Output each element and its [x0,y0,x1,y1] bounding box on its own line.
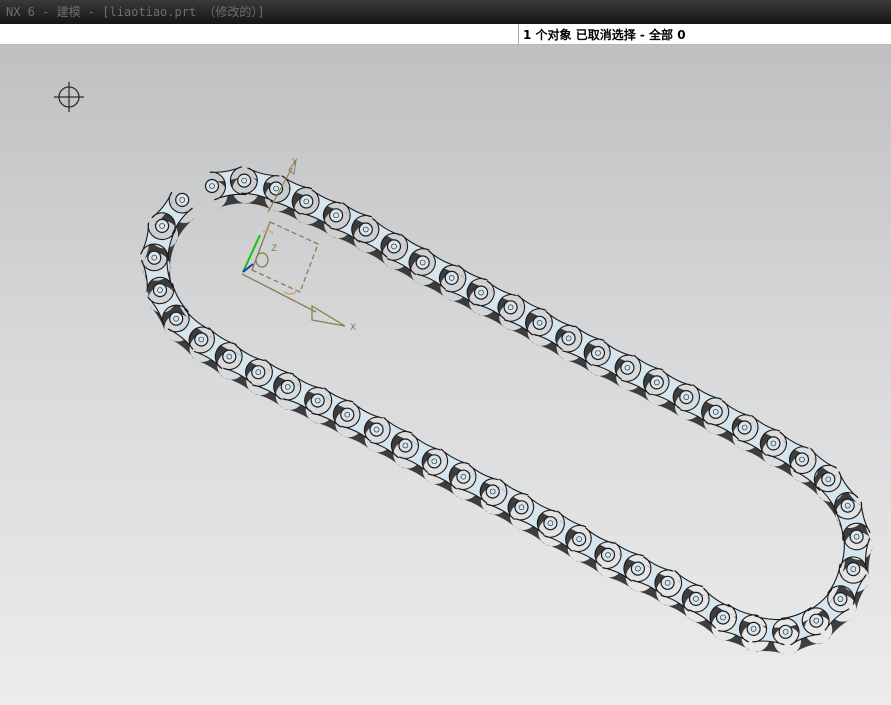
status-bar: 1 个对象 已取消选择 - 全部 0 [0,24,891,45]
roller-chain-model[interactable] [140,166,871,646]
chain-pin [485,484,500,499]
chain-pin [251,365,266,380]
chain-pin [846,561,861,577]
chain-pin [620,360,635,375]
chain-pin [222,349,237,364]
chain-shadow [142,175,873,655]
chain-pin [358,222,373,237]
title-bar: NX 6 - 建模 - [liaotiao.prt （修改的）] [0,0,891,24]
chain-pin [340,407,355,422]
chain-link-shadow [829,572,869,614]
chain-pin [688,591,704,607]
chain-pin [590,345,606,361]
chain-pin [766,436,781,451]
chain-pin [503,300,518,315]
chain-pin [679,390,694,405]
chain-pin [514,500,529,515]
chain-pin [369,422,384,437]
chain-pin [147,250,162,265]
crosshair-cursor-icon [54,82,84,112]
chain-pin [194,332,209,347]
status-divider [518,24,519,44]
chain-pin [840,498,855,513]
chain-pin [299,194,314,209]
chain-pin [572,531,587,547]
chain-pin [152,283,168,298]
chain-pin [821,472,836,487]
chain-pin [427,454,442,469]
chain-pin [660,575,675,590]
chain-pin [794,452,810,467]
chain-pin [708,404,723,419]
chain-pin [456,469,471,484]
chain-pin [833,591,848,607]
chain-pin [329,208,344,223]
chain-pin [746,621,761,637]
chain-pin [543,516,558,531]
chain-pin [600,547,616,563]
chain-pin [809,613,824,628]
chain-pin [169,311,184,326]
chain-pin [386,239,402,254]
model-view[interactable]: X Y Z [0,45,891,705]
csys-y-label: Y [291,158,298,168]
chain-pin [415,255,430,270]
window-title: NX 6 - 建模 - [liaotiao.prt （修改的）] [6,5,265,19]
chain-pin [444,270,459,285]
selection-status-message: 1 个对象 已取消选择 - 全部 0 [523,28,686,42]
chain-pin [532,315,547,330]
chain-pin [778,624,793,639]
chain-pin [715,610,731,625]
chain-pin [237,173,252,188]
graphics-window[interactable]: X Y Z [0,45,891,705]
csys-z-label: Z [271,244,277,254]
chain-pin [175,192,190,207]
chain-pin [649,375,664,390]
chain-pin [737,420,752,435]
csys-x-label: X [350,323,356,333]
chain-pin [310,393,325,408]
chain-pin [474,285,489,300]
chain-pin [204,178,220,194]
chain-pin [561,331,576,346]
chain-pin [280,379,295,394]
chain-pin [630,561,646,576]
chain-pin [155,218,170,233]
chain-pin [849,529,864,544]
chain-pin [398,438,413,453]
